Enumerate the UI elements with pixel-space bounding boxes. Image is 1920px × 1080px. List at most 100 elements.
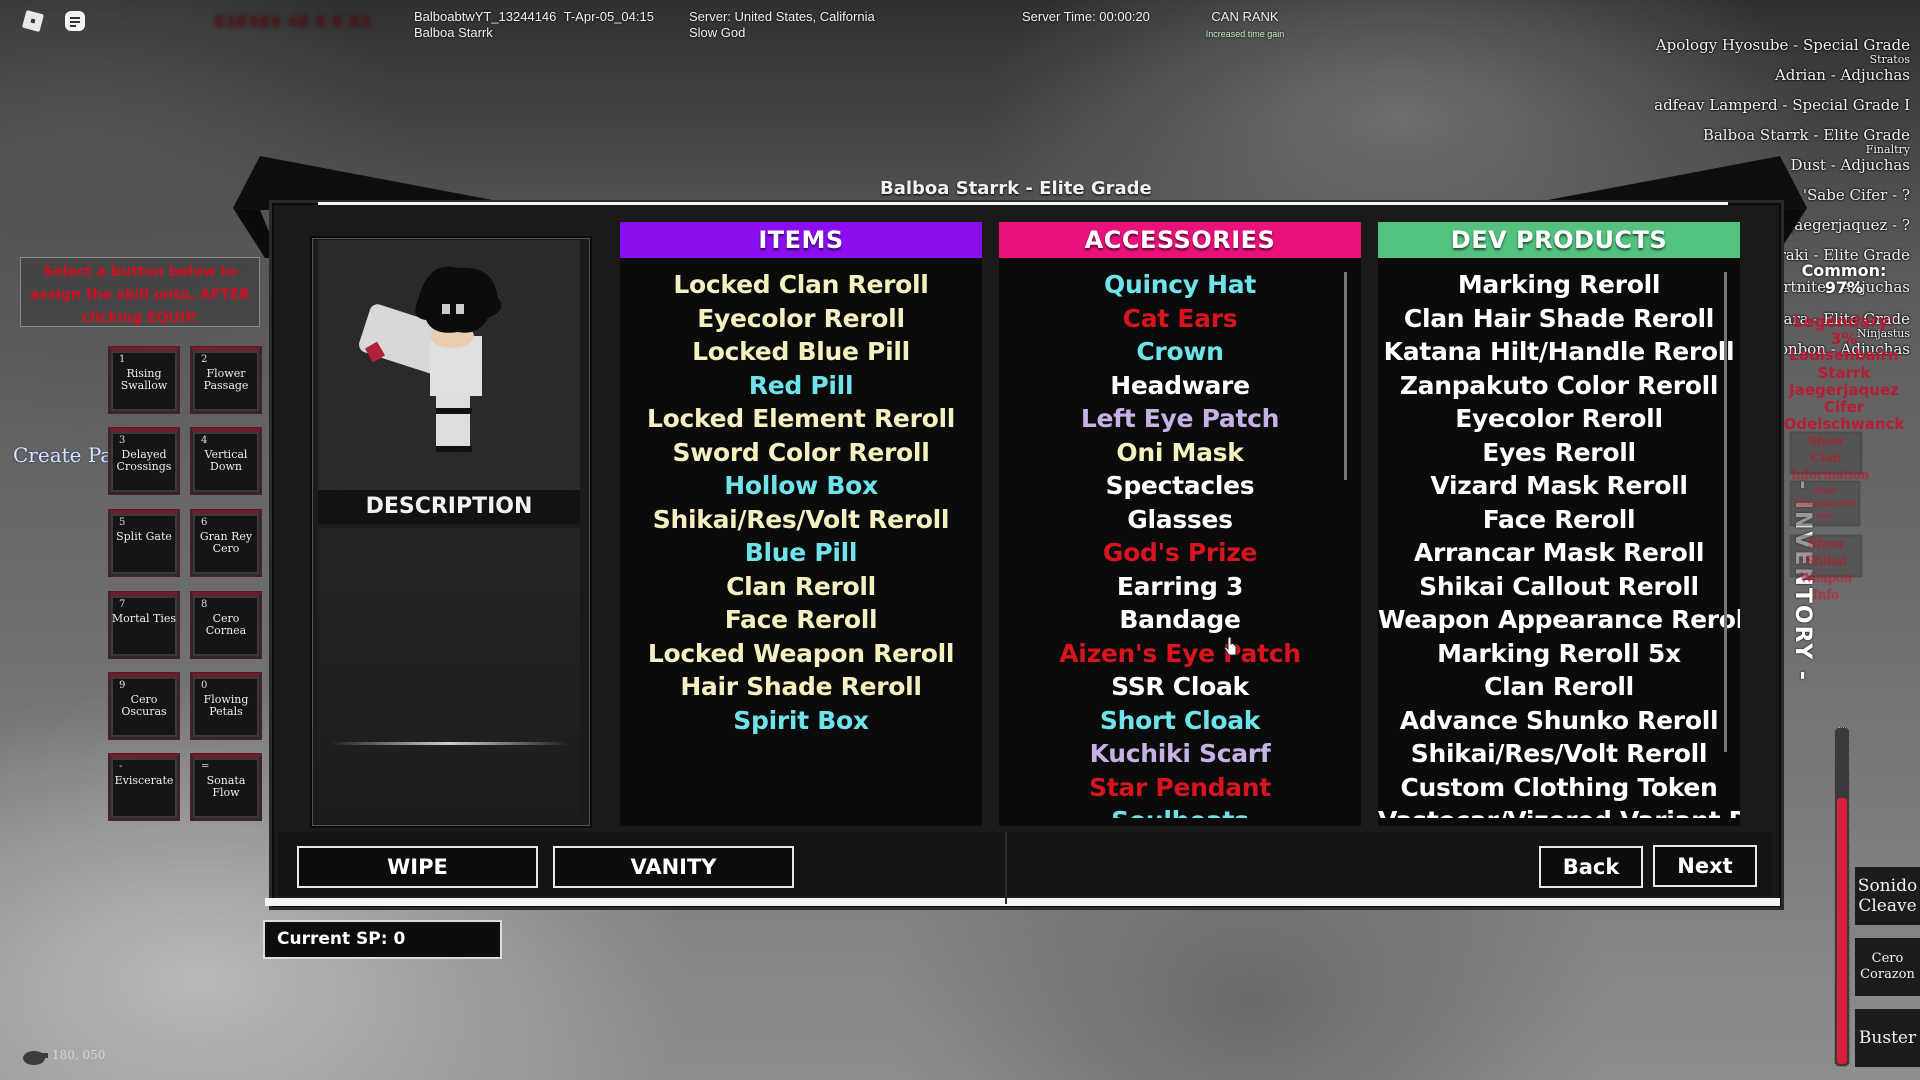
wipe-button[interactable]: WIPE [297, 846, 538, 888]
back-button[interactable]: Back [1539, 846, 1643, 888]
list-item[interactable]: Earring 3 [999, 570, 1361, 604]
list-item[interactable]: Eyecolor Reroll [620, 302, 982, 336]
list-item[interactable]: Arrancar Mask Reroll [1378, 536, 1740, 570]
list-item[interactable]: Shikai/Res/Volt Reroll [1378, 737, 1740, 771]
list-item[interactable]: SSR Cloak [999, 670, 1361, 704]
skill-name: Cero Cornea [205, 612, 247, 637]
drop-rates: Common: 97% Legendary: 3% Louisenbairn S… [1780, 262, 1908, 433]
skill-name: Flower Passage [203, 367, 249, 392]
list-item[interactable]: Crown [999, 335, 1361, 369]
list-item[interactable]: Eyecolor Reroll [1378, 402, 1740, 436]
show-clan-info-button[interactable]: Show Clan Information [1790, 432, 1869, 483]
list-item[interactable]: Red Pill [620, 369, 982, 403]
list-item[interactable]: Bandage [999, 603, 1361, 637]
skill-slot-minus[interactable]: - Eviscerate [109, 754, 179, 820]
skill-slot-4[interactable]: 4 Vertical Down [191, 428, 261, 494]
list-item[interactable]: Clan Reroll [620, 570, 982, 604]
list-item[interactable]: Face Reroll [620, 603, 982, 637]
skill-slot-9[interactable]: 9 Cero Oscuras [109, 673, 179, 739]
list-item[interactable]: Kuchiki Scarf [999, 737, 1361, 771]
list-item[interactable]: Eyes Reroll [1378, 436, 1740, 470]
skill-slot-equals[interactable]: = Sonata Flow [191, 754, 261, 820]
server-location: Server: United States, California [689, 9, 875, 24]
skill-slot-3[interactable]: 3 Delayed Crossings [109, 428, 179, 494]
list-item[interactable]: Glasses [999, 503, 1361, 537]
list-item[interactable]: Clan Hair Shade Reroll [1378, 302, 1740, 336]
list-item[interactable]: Face Reroll [1378, 503, 1740, 537]
accessories-scrollbar[interactable] [1344, 272, 1347, 480]
list-item[interactable]: Zanpakuto Color Reroll [1378, 369, 1740, 403]
leaderboard-entry[interactable]: adfeav Lamperd - Special Grade I [1654, 96, 1910, 114]
list-item[interactable]: Shikai Callout Reroll [1378, 570, 1740, 604]
list-item[interactable]: Advance Shunko Reroll [1378, 704, 1740, 738]
skill-key: = [201, 761, 210, 772]
list-item[interactable]: Locked Blue Pill [620, 335, 982, 369]
list-item[interactable]: God's Prize [999, 536, 1361, 570]
list-item[interactable]: Spectacles [999, 469, 1361, 503]
list-item[interactable]: Hair Shade Reroll [620, 670, 982, 704]
ability-buster[interactable]: Buster [1855, 1009, 1920, 1067]
chat-icon[interactable] [62, 8, 88, 38]
skill-slot-1[interactable]: 1 Rising Swallow [109, 347, 179, 413]
list-item[interactable]: Headware [999, 369, 1361, 403]
ability-cero-corazon[interactable]: Cero Corazon [1855, 938, 1920, 996]
list-item[interactable]: Aizen's Eye Patch [999, 637, 1361, 671]
accessories-list: Quincy Hat Cat Ears Crown Headware Left Eye … [999, 268, 1361, 818]
skill-key: 1 [119, 354, 126, 365]
list-item[interactable]: Left Eye Patch [999, 402, 1361, 436]
list-item[interactable]: Katana Hilt/Handle Reroll [1378, 335, 1740, 369]
skill-slot-8[interactable]: 8 Cero Cornea [191, 592, 261, 658]
dev-products-scrollbar[interactable] [1724, 272, 1727, 752]
avatar-icon [359, 266, 502, 452]
skill-name: Split Gate [116, 530, 172, 543]
show-shikai-weapon-info-button[interactable]: Show Shikai Weapon Info [1790, 535, 1862, 603]
list-item[interactable]: Spirit Box [620, 704, 982, 738]
skill-key: 7 [119, 599, 126, 610]
vanity-button[interactable]: VANITY [553, 846, 794, 888]
skill-slot-5[interactable]: 5 Split Gate [109, 510, 179, 576]
show-shikai-res-volt-info-button[interactable]: Show Shikai/Res/Volt Info [1790, 481, 1860, 526]
next-button[interactable]: Next [1653, 845, 1757, 887]
list-item[interactable]: Soulbeats [999, 804, 1361, 818]
list-item[interactable]: Marking Reroll [1378, 268, 1740, 302]
skill-key: 4 [201, 435, 208, 446]
skill-slot-0[interactable]: 0 Flowing Petals [191, 673, 261, 739]
list-item[interactable]: Shikai/Res/Volt Reroll [620, 503, 982, 537]
list-item[interactable]: Locked Clan Reroll [620, 268, 982, 302]
list-item[interactable]: Star Pendant [999, 771, 1361, 805]
accessories-header: ACCESSORIES [999, 222, 1361, 258]
roblox-menu-icon[interactable] [20, 8, 46, 38]
leaderboard-entry[interactable]: Adrian - Adjuchas [1654, 66, 1910, 84]
legendary-rate: Legendary: 3% [1793, 312, 1895, 348]
list-item[interactable]: Cat Ears [999, 302, 1361, 336]
skill-slot-7[interactable]: 7 Mortal Ties [109, 592, 179, 658]
skill-slot-6[interactable]: 6 Gran Rey Cero [191, 510, 261, 576]
list-item[interactable]: Locked Element Reroll [620, 402, 982, 436]
list-item[interactable]: Weapon Appearance Reroll [1378, 603, 1740, 637]
skill-key: 0 [201, 680, 208, 691]
leaderboard-entry[interactable]: Apology Hyosube - Special Grade [1654, 36, 1910, 54]
list-item[interactable]: Sword Color Reroll [620, 436, 982, 470]
list-item[interactable]: Vizard Mask Reroll [1378, 469, 1740, 503]
list-item[interactable]: Oni Mask [999, 436, 1361, 470]
list-item[interactable]: Custom Clothing Token [1378, 771, 1740, 805]
list-item[interactable]: Locked Weapon Reroll [620, 637, 982, 671]
list-item[interactable]: Marking Reroll 5x [1378, 637, 1740, 671]
list-item[interactable]: Short Cloak [999, 704, 1361, 738]
list-item[interactable]: Hollow Box [620, 469, 982, 503]
skill-slot-2[interactable]: 2 Flower Passage [191, 347, 261, 413]
skill-name: Flowing Petals [203, 693, 249, 718]
list-item[interactable]: Quincy Hat [999, 268, 1361, 302]
common-rate: Common: 97% [1801, 261, 1887, 297]
leaderboard-entry[interactable]: Balboa Starrk - Elite Grade [1654, 126, 1910, 144]
legendary-name: Louisenbairn [1789, 346, 1899, 364]
ability-sonido-cleave[interactable]: Sonido Cleave [1855, 867, 1920, 925]
character-preview [318, 240, 580, 490]
list-item[interactable]: Vastocar/Vizored Variant Reroll [1378, 804, 1740, 818]
session-text: T-Apr-05_04:15 [563, 9, 654, 24]
list-item[interactable]: Clan Reroll [1378, 670, 1740, 704]
list-item[interactable]: Blue Pill [620, 536, 982, 570]
legendary-name: Jaegerjaquez [1789, 381, 1899, 399]
skill-key: 3 [119, 435, 126, 446]
items-header: ITEMS [620, 222, 982, 258]
